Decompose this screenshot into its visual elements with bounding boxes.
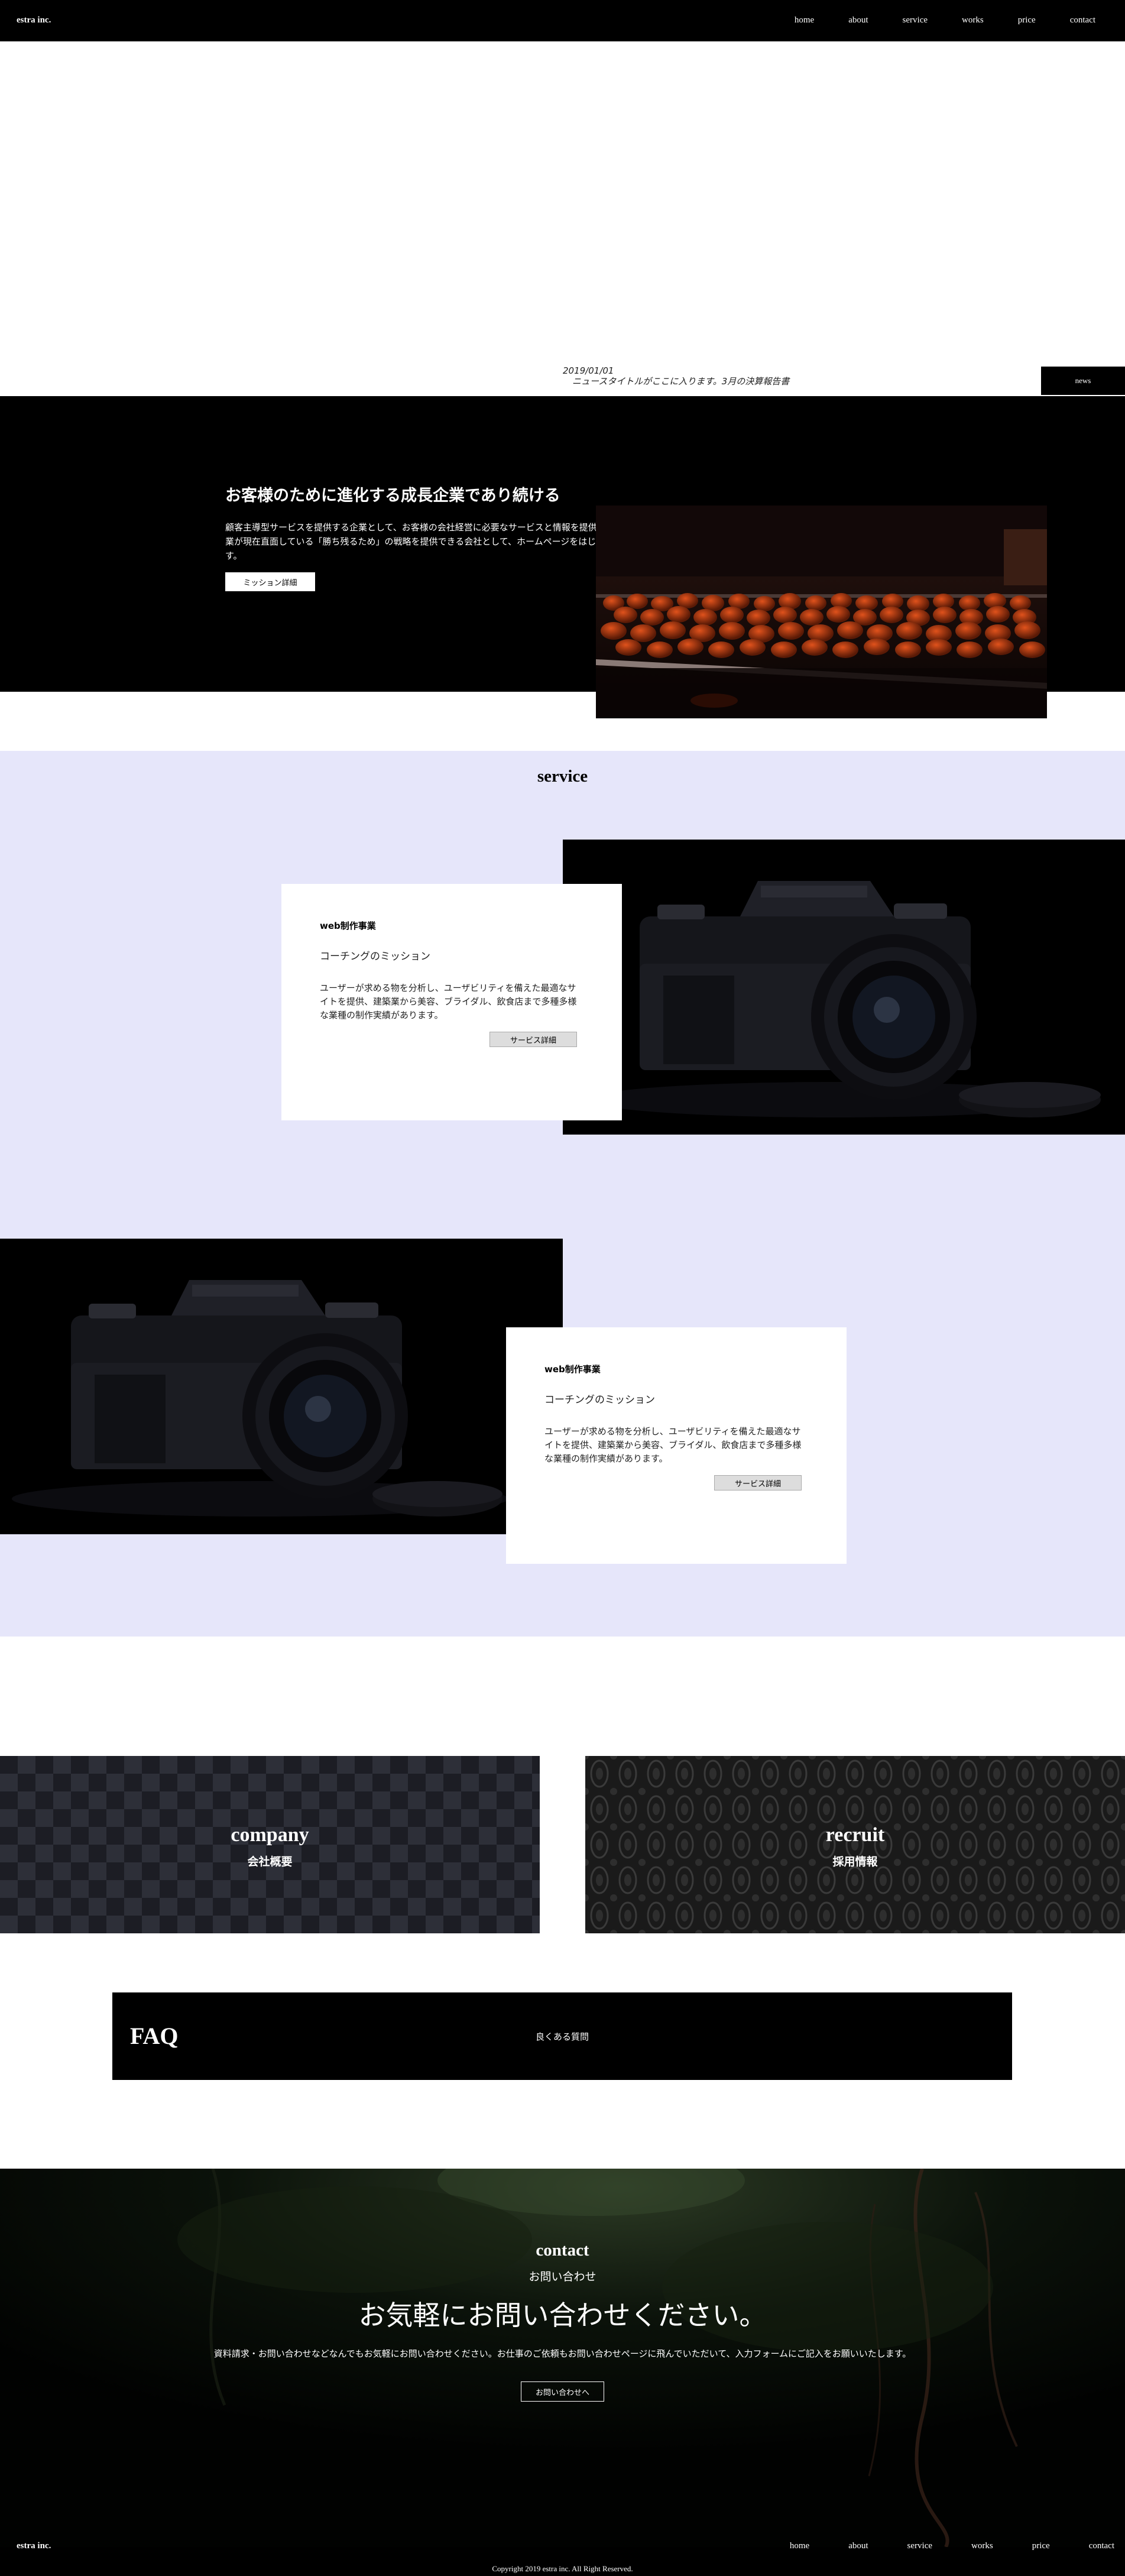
- nav-service[interactable]: service: [903, 15, 928, 25]
- copyright: Copyright 2019 estra inc. All Right Rese…: [492, 2564, 633, 2573]
- contact-lead: お気軽にお問い合わせください。: [358, 2299, 767, 2331]
- contact-subtitle: お問い合わせ: [529, 2270, 596, 2283]
- service-card-2: web制作事業 コーチングのミッション ユーザーが求める物を分析し、ユーザビリテ…: [506, 1327, 847, 1564]
- main-nav: home about service works price contact: [760, 15, 1095, 25]
- footer-nav: home about service works price contact: [751, 2541, 1114, 2551]
- service-card-2-button[interactable]: サービス詳細: [714, 1475, 802, 1490]
- mission-detail-button[interactable]: ミッション詳細: [225, 572, 315, 591]
- camera-photo-1: [563, 840, 1125, 1135]
- footer-nav-contact[interactable]: contact: [1089, 2541, 1114, 2551]
- footer-logo[interactable]: estra inc.: [17, 2541, 51, 2551]
- service-card-1-text: ユーザーが求める物を分析し、ユーザビリティを備えた最適なサイトを提供、建築業から…: [320, 983, 577, 1020]
- faq-banner[interactable]: FAQ 良くある質問: [112, 1992, 1012, 2080]
- company-title: company: [231, 1824, 309, 1846]
- nav-about[interactable]: about: [848, 15, 868, 25]
- nav-contact[interactable]: contact: [1070, 15, 1095, 25]
- contact-button[interactable]: お問い合わせへ: [521, 2381, 604, 2402]
- service-card-2-category: web制作事業: [544, 1364, 601, 1375]
- news-title[interactable]: ニュースタイトルがここに入ります。3月の決算報告書: [572, 375, 789, 387]
- company-subtitle: 会社概要: [247, 1855, 293, 1868]
- service-card-2-text: ユーザーが求める物を分析し、ユーザビリティを備えた最適なサイトを提供、建築業から…: [544, 1426, 802, 1464]
- contact-title: contact: [536, 2241, 589, 2260]
- nav-home[interactable]: home: [795, 15, 814, 25]
- footer-nav-home[interactable]: home: [790, 2541, 809, 2551]
- oranges-photo: [596, 506, 1047, 718]
- faq-text: 良くある質問: [535, 2031, 589, 2042]
- footer-nav-works[interactable]: works: [971, 2541, 993, 2551]
- mission-title: お客様のために進化する成長企業であり続ける: [225, 487, 560, 505]
- company-tile[interactable]: company 会社概要: [0, 1756, 540, 1933]
- camera-photo-2: [0, 1239, 563, 1534]
- recruit-tile[interactable]: recruit 採用情報: [585, 1756, 1125, 1933]
- site-header: estra inc. home about service works pric…: [0, 0, 1125, 41]
- footer-nav-about[interactable]: about: [848, 2541, 868, 2551]
- recruit-title: recruit: [825, 1824, 885, 1846]
- recruit-subtitle: 採用情報: [832, 1855, 878, 1868]
- service-title: service: [537, 767, 588, 786]
- news-button[interactable]: news: [1041, 367, 1125, 395]
- service-card-1-button[interactable]: サービス詳細: [489, 1032, 577, 1047]
- service-card-1: web制作事業 コーチングのミッション ユーザーが求める物を分析し、ユーザビリテ…: [281, 884, 622, 1120]
- footer-nav-price[interactable]: price: [1032, 2541, 1050, 2551]
- nav-price[interactable]: price: [1018, 15, 1036, 25]
- site-logo[interactable]: estra inc.: [17, 15, 51, 25]
- service-card-2-subtitle: コーチングのミッション: [544, 1394, 655, 1406]
- nav-works[interactable]: works: [962, 15, 984, 25]
- service-card-1-subtitle: コーチングのミッション: [320, 951, 430, 963]
- service-card-1-category: web制作事業: [320, 921, 376, 931]
- contact-text: 資料請求・お問い合わせなどなんでもお気軽にお問い合わせください。お仕事のご依頼も…: [213, 2348, 912, 2359]
- footer-nav-service[interactable]: service: [907, 2541, 932, 2551]
